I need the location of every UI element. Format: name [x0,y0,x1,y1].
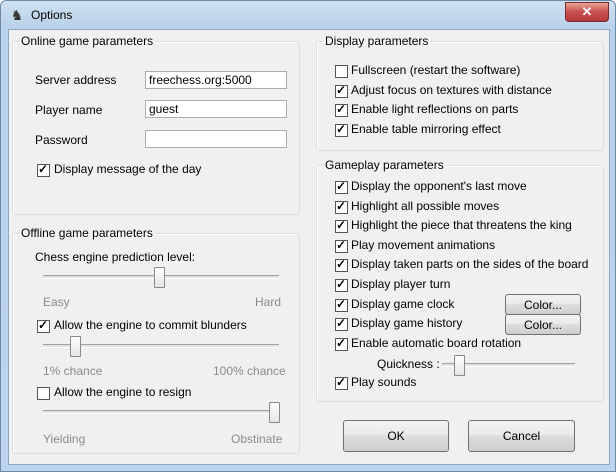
password-label: Password [35,133,88,147]
online-game-group: Online game parameters [12,34,300,215]
prediction-max-label: Hard [255,295,282,309]
display-option-checkbox[interactable] [335,65,348,78]
blunders-label: Allow the engine to commit blunders [54,318,247,332]
options-dialog: ♞ Options ✕ Online game parameters Serve… [0,0,616,472]
resign-label: Allow the engine to resign [54,385,192,399]
player-name-input[interactable] [145,100,287,118]
gameplay-option-checkbox[interactable] [335,277,348,292]
display-option-label: Enable light reflections on parts [351,102,519,116]
cancel-button[interactable]: Cancel [468,420,575,452]
password-input[interactable] [145,130,287,148]
display-option-label: Fullscreen (restart the software) [351,63,521,77]
resign-min-label: Yielding [43,432,86,446]
display-option-label: Enable table mirroring effect [351,121,501,136]
gameplay-option-label: Display game history [351,316,463,331]
display-legend: Display parameters [325,34,429,48]
display-option-checkbox[interactable] [335,83,348,98]
server-address-label: Server address [35,73,117,87]
gameplay-option-checkbox[interactable] [335,179,348,194]
gameplay-option-label: Enable automatic board rotation [351,335,522,350]
history-color-button[interactable]: Color... [505,314,581,335]
gameplay-option-label: Display the opponent's last move [351,179,527,193]
close-button[interactable]: ✕ [565,2,609,22]
display-option-checkbox[interactable] [335,122,348,137]
motd-checkbox[interactable] [37,162,50,177]
gameplay-option-checkbox[interactable] [335,238,348,253]
gameplay-option-label: Highlight the piece that threatens the k… [351,218,572,233]
gameplay-option-label: Display taken parts on the sides of the … [351,257,589,272]
gameplay-option-checkbox[interactable] [335,336,348,351]
resign-slider-thumb[interactable] [269,402,280,423]
prediction-min-label: Easy [43,295,70,309]
display-option-checkbox[interactable] [335,102,348,117]
server-address-input[interactable] [145,71,287,89]
blunders-checkbox[interactable] [37,318,50,333]
gameplay-option-checkbox[interactable] [335,199,348,214]
gameplay-option-label: Display game clock [351,296,455,311]
resign-checkbox[interactable] [37,387,50,400]
player-name-label: Player name [35,103,103,117]
gameplay-option-checkbox[interactable] [335,218,348,234]
display-option-label: Adjust focus on textures with distance [351,82,552,97]
gameplay-option-checkbox[interactable] [335,316,348,332]
online-game-legend: Online game parameters [21,34,154,48]
gameplay-option-checkbox[interactable] [335,257,348,273]
play-sounds-label: Play sounds [351,375,417,389]
quickness-label: Quickness : [377,357,440,371]
gameplay-option-label: Display player turn [351,277,451,291]
gameplay-option-label: Highlight all possible moves [351,198,500,213]
gameplay-option-checkbox[interactable] [335,297,348,312]
window-title: Options [31,8,73,22]
play-sounds-checkbox[interactable] [335,375,348,390]
quickness-slider-thumb[interactable] [454,355,466,376]
clock-color-button[interactable]: Color... [505,294,581,315]
resign-max-label: Obstinate [231,432,283,446]
chess-knight-icon: ♞ [10,7,24,23]
motd-label: Display message of the day [54,162,202,176]
dialog-client-area: Online game parameters Server address Pl… [8,29,610,465]
offline-game-legend: Offline game parameters [21,226,153,240]
gameplay-legend: Gameplay parameters [325,158,444,172]
blunders-slider-thumb[interactable] [70,336,82,357]
title-bar[interactable]: ♞ Options ✕ [1,1,615,29]
blunders-min-label: 1% chance [43,364,103,378]
gameplay-option-label: Play movement animations [351,237,496,252]
resign-slider-track [43,410,279,414]
blunders-max-label: 100% chance [213,364,286,378]
ok-button[interactable]: OK [343,420,449,452]
close-icon: ✕ [581,4,593,19]
prediction-level-label: Chess engine prediction level: [35,250,196,264]
prediction-slider-thumb[interactable] [153,267,165,288]
